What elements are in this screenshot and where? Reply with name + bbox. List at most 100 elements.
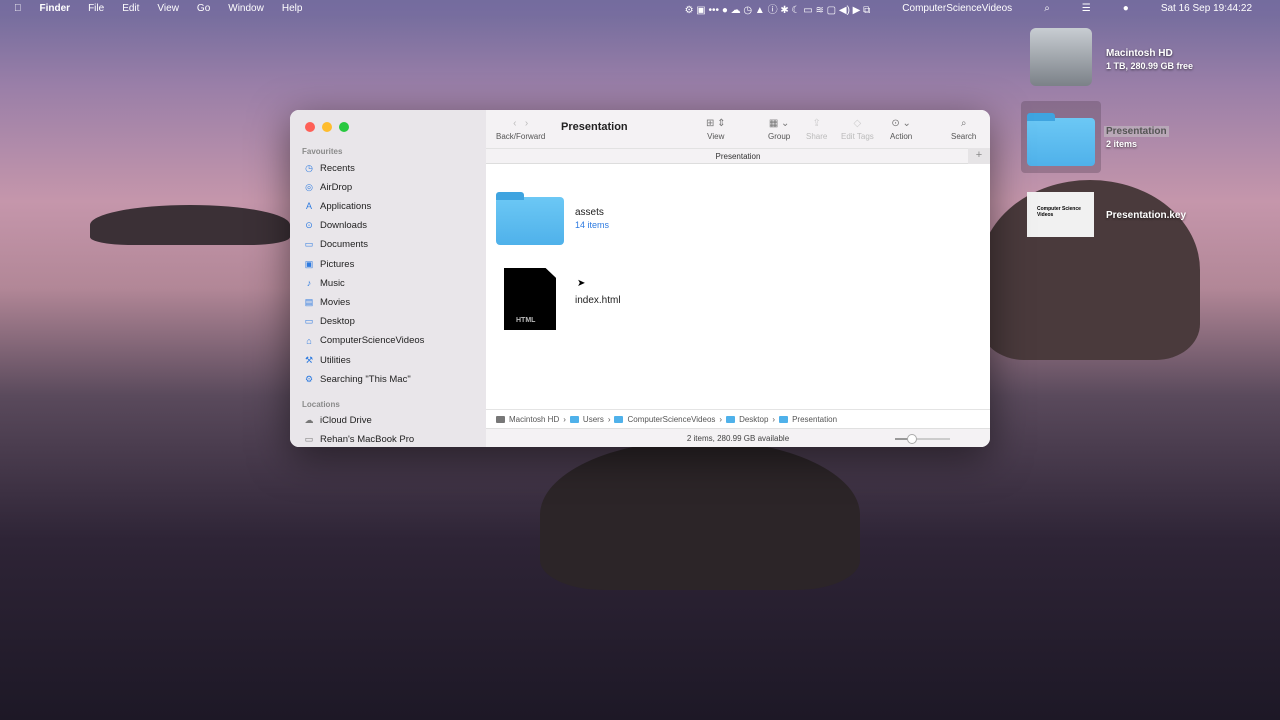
sidebar-item[interactable]: ⊙ Downloads bbox=[304, 218, 367, 234]
menu-finder[interactable]: Finder bbox=[40, 3, 71, 14]
sidebar-item-label: Documents bbox=[320, 239, 369, 251]
back-forward-button[interactable]: ‹ › Back/Forward bbox=[496, 118, 545, 141]
sidebar-item[interactable]: ☁ iCloud Drive bbox=[304, 412, 372, 428]
menu-help[interactable]: Help bbox=[282, 3, 303, 14]
sidebar-item[interactable]: A Applications bbox=[304, 198, 371, 214]
tab-presentation[interactable]: Presentation bbox=[486, 148, 990, 164]
section-locations: Locations bbox=[302, 400, 340, 409]
path-item[interactable]: Users bbox=[583, 415, 604, 424]
folder-icon bbox=[569, 415, 579, 423]
apple-icon[interactable]:  bbox=[14, 3, 22, 14]
sidebar-item-label: Recents bbox=[320, 162, 355, 174]
desktop-item-label: Presentation bbox=[1104, 126, 1169, 137]
sidebar-item[interactable]: ▤ Movies bbox=[304, 294, 350, 310]
label: Search bbox=[951, 132, 977, 141]
file-name: assets bbox=[575, 207, 604, 218]
sidebar-item[interactable]: ▭ Rehan's MacBook Pro bbox=[304, 432, 415, 448]
label: Action bbox=[890, 132, 913, 141]
edit-tags-button[interactable]: ◇ Edit Tags bbox=[841, 118, 874, 141]
sidebar-icon: ♪ bbox=[306, 278, 312, 289]
chevron-right-icon: › bbox=[563, 414, 566, 424]
status-icons[interactable]: ⚙ ▣ ••• ● ☁ ◷ ▲ ⓘ ✱ ☾ ▭ ≋ ▢ ◀) ▶ ⧉ bbox=[685, 1, 871, 16]
view-button[interactable]: ⊞ ⇕ View bbox=[706, 118, 726, 141]
sidebar-icon: ▭ bbox=[304, 316, 314, 327]
minimize-button[interactable] bbox=[322, 122, 332, 132]
sidebar-item[interactable]: ▭ Desktop bbox=[304, 314, 355, 330]
icon-size-slider[interactable] bbox=[895, 434, 950, 444]
label: Edit Tags bbox=[841, 132, 874, 141]
clock[interactable]: Sat 16 Sep 19:44:22 bbox=[1161, 3, 1252, 14]
control-center-icon[interactable]: ☰ bbox=[1082, 3, 1091, 14]
share-icon: ⇪ bbox=[812, 118, 821, 129]
file-sub: 14 items bbox=[575, 220, 610, 230]
sidebar-item-label: Rehan's MacBook Pro bbox=[320, 434, 415, 445]
sidebar-item-label: Utilities bbox=[320, 354, 351, 366]
zoom-button[interactable] bbox=[339, 122, 349, 132]
chevron-right-icon: › bbox=[772, 414, 776, 424]
finder-window: Favourites ◷ Recents ◎ AirDrop A Applications… bbox=[290, 110, 990, 447]
spotlight-icon[interactable]: ⌕ bbox=[1044, 3, 1050, 14]
thumb-text: Computer Science Videos bbox=[1037, 206, 1081, 218]
sidebar-item[interactable]: ◎ AirDrop bbox=[304, 179, 352, 195]
desktop-item-label: Macintosh HD bbox=[1106, 48, 1173, 59]
sidebar-item[interactable]: ⌂ ComputerScienceVideos bbox=[304, 333, 424, 349]
action-icon: ⊙ ⌄ bbox=[891, 118, 911, 129]
desktop-item-sub: 1 TB, 280.99 GB free bbox=[1106, 61, 1194, 71]
sidebar-item-label: ComputerScienceVideos bbox=[320, 335, 425, 347]
sidebar-icon: ▤ bbox=[304, 296, 314, 307]
sidebar-item[interactable]: ♪ Music bbox=[304, 275, 345, 291]
chevron-right-icon: › bbox=[607, 414, 611, 424]
sidebar-item-label: Downloads bbox=[320, 220, 367, 232]
sidebar-item[interactable]: ⚒ Utilities bbox=[304, 352, 351, 368]
sidebar-icon: A bbox=[305, 201, 312, 212]
sidebar-item[interactable]: ▭ Documents bbox=[304, 237, 368, 253]
siri-icon[interactable]: ● bbox=[1123, 3, 1129, 14]
rock bbox=[540, 440, 860, 590]
window-title: Presentation bbox=[561, 121, 628, 133]
search-button[interactable]: ⌕ Search bbox=[951, 118, 976, 141]
sidebar-icon: ▭ bbox=[304, 239, 314, 250]
folder-icon bbox=[726, 415, 736, 423]
path-item[interactable]: Desktop bbox=[739, 415, 768, 424]
path-item[interactable]: Macintosh HD bbox=[509, 415, 559, 424]
close-button[interactable] bbox=[305, 122, 315, 132]
status-bar: 2 items, 280.99 GB available bbox=[486, 428, 990, 447]
chevron-right-icon: › bbox=[719, 414, 723, 424]
path-item[interactable]: Presentation bbox=[792, 415, 837, 424]
sidebar-item[interactable]: ⚙ Searching "This Mac" bbox=[304, 371, 411, 387]
label: Group bbox=[768, 132, 791, 141]
mouse-cursor: ➤ bbox=[577, 278, 586, 289]
sidebar-item-label: Movies bbox=[320, 296, 351, 308]
menu-file[interactable]: File bbox=[88, 3, 104, 14]
sidebar-item[interactable]: ▣ Pictures bbox=[304, 256, 355, 272]
group-button[interactable]: ▦ ⌄ Group bbox=[768, 118, 790, 141]
sidebar-item-label: iCloud Drive bbox=[320, 414, 372, 426]
action-button[interactable]: ⊙ ⌄ Action bbox=[890, 118, 912, 141]
label: View bbox=[707, 132, 725, 141]
sidebar-item[interactable]: ◷ Recents bbox=[304, 160, 355, 176]
menu-go[interactable]: Go bbox=[197, 3, 210, 14]
sidebar-icon: ⚒ bbox=[304, 354, 314, 365]
menu-window[interactable]: Window bbox=[228, 3, 264, 14]
search-icon: ⌕ bbox=[960, 118, 967, 129]
menu-edit[interactable]: Edit bbox=[122, 3, 139, 14]
sidebar-item-label: Pictures bbox=[320, 258, 355, 270]
sidebar: Favourites ◷ Recents ◎ AirDrop A Applications… bbox=[290, 110, 486, 447]
menu-view[interactable]: View bbox=[157, 3, 179, 14]
path-item[interactable]: ComputerScienceVideos bbox=[627, 415, 715, 424]
status-text: 2 items, 280.99 GB available bbox=[686, 434, 790, 443]
desktop-item-label: Presentation.key bbox=[1106, 210, 1187, 221]
new-tab-button[interactable]: + bbox=[968, 148, 990, 164]
sidebar-item-label: Desktop bbox=[320, 316, 355, 328]
folder-icon bbox=[614, 415, 624, 423]
menu-user[interactable]: ComputerScienceVideos bbox=[902, 3, 1012, 14]
html-file-icon: HTML bbox=[504, 268, 556, 330]
sidebar-icon: ⌂ bbox=[306, 335, 312, 346]
file-area: assets 14 items HTML index.html ➤ bbox=[486, 164, 990, 409]
section-favourites: Favourites bbox=[302, 147, 343, 156]
sidebar-icon: ▭ bbox=[304, 434, 314, 444]
headland bbox=[90, 205, 290, 245]
tab-label: Presentation bbox=[715, 152, 761, 161]
menu-bar:  Finder File Edit View Go Window Help ⚙… bbox=[0, 0, 1280, 16]
share-button[interactable]: ⇪ Share bbox=[806, 118, 827, 141]
